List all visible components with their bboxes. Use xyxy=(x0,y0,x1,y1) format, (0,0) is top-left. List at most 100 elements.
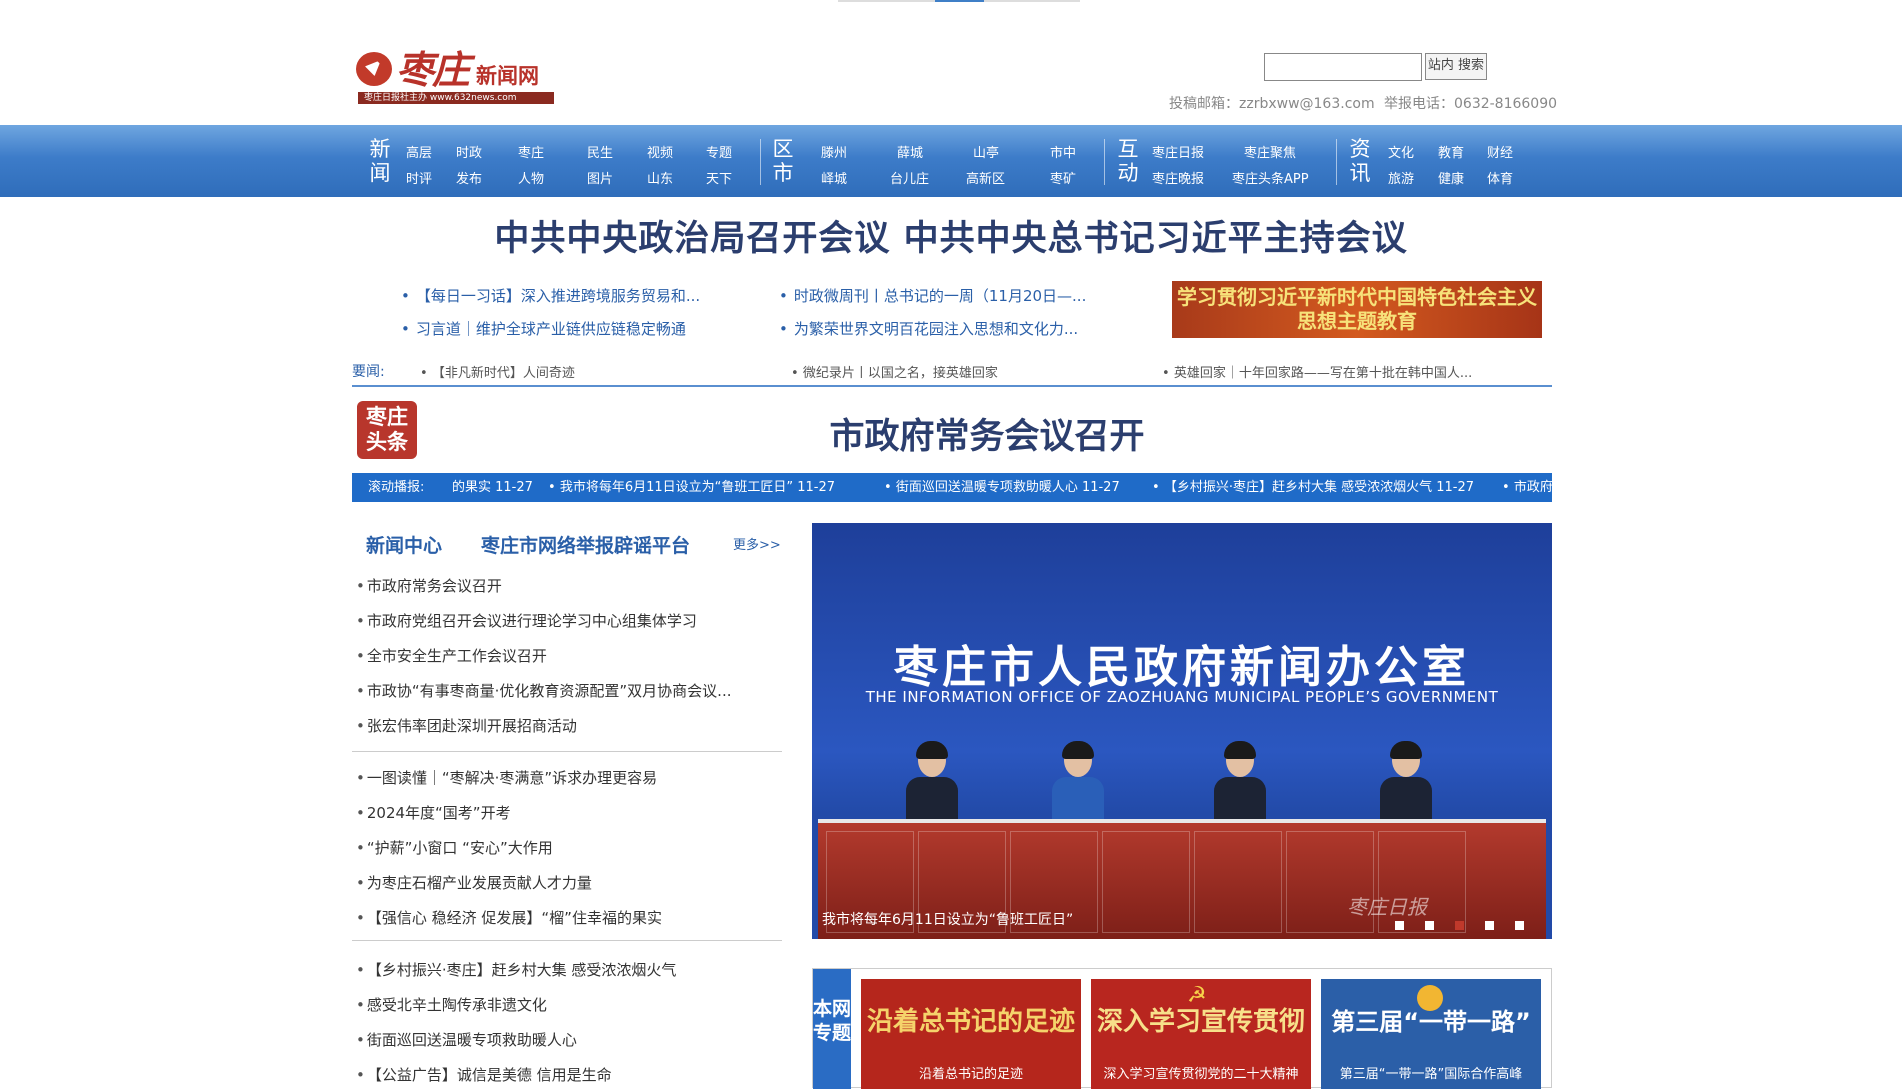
nav-item[interactable]: 枣庄 xyxy=(518,142,544,161)
slide-dot[interactable] xyxy=(1425,921,1434,930)
nav-divider xyxy=(1104,139,1105,185)
slide-dot[interactable] xyxy=(1395,921,1404,930)
sub-headline-link[interactable]: • 习言道｜维护全球产业链供应链稳定畅通 xyxy=(401,318,686,339)
photo-slideshow[interactable]: 枣庄市人民政府新闻办公室 THE INFORMATION OFFICE OF Z… xyxy=(812,523,1552,939)
slide-pager xyxy=(1374,915,1524,934)
list-item[interactable]: • 【乡村振兴·枣庄】赶乡村大集 感受浓浓烟火气 xyxy=(356,959,676,980)
nav-item[interactable]: 枣矿 xyxy=(1050,168,1076,187)
yaowen-link[interactable]: • 微纪录片丨以国之名，接英雄回家 xyxy=(791,362,998,381)
nav-item[interactable]: 枣庄日报 xyxy=(1152,142,1204,161)
nav-item[interactable]: 教育 xyxy=(1438,142,1464,161)
list-item[interactable]: • 【公益广告】诚信是美德 信用是生命 xyxy=(356,1064,612,1085)
tab-report-platform[interactable]: 枣庄市网络举报辟谣平台 xyxy=(481,531,690,558)
ticker-item[interactable]: • 【乡村振兴·枣庄】赶乡村大集 感受浓浓烟火气 11-27 xyxy=(1152,473,1474,502)
list-item[interactable]: • 【强信心 稳经济 促发展】“榴”住幸福的果实 xyxy=(356,907,662,928)
toutiao-title[interactable]: 市政府常务会议召开 xyxy=(352,408,1552,459)
nav-item[interactable]: 台儿庄 xyxy=(890,168,929,187)
slide-subtitle: THE INFORMATION OFFICE OF ZAOZHUANG MUNI… xyxy=(865,688,1499,706)
speaker-figure xyxy=(1210,741,1270,829)
yaowen-link[interactable]: • 【非凡新时代】人间奇迹 xyxy=(420,362,575,381)
bullet-icon: • xyxy=(779,320,788,338)
site-logo[interactable]: 枣庄 新闻网 枣庄日报社主办 www.632news.com xyxy=(356,48,554,106)
ticker-item[interactable]: • 街面巡回送温暖专项救助暖人心 11-27 xyxy=(884,473,1120,502)
list-item[interactable]: • 街面巡回送温暖专项救助暖人心 xyxy=(356,1029,577,1050)
speaker-figure xyxy=(1376,741,1436,829)
list-item[interactable]: • 市政协“有事枣商量·优化教育资源配置”双月协商会议... xyxy=(356,680,731,701)
nav-item[interactable]: 峄城 xyxy=(821,168,847,187)
list-item[interactable]: • 张宏伟率团赴深圳开展招商活动 xyxy=(356,715,577,736)
nav-item[interactable]: 人物 xyxy=(518,168,544,187)
topic-card-subtitle: 沿着总书记的足迹 xyxy=(918,1067,1023,1082)
nav-item[interactable]: 专题 xyxy=(706,142,732,161)
slide-caption[interactable]: 我市将每年6月11日设立为“鲁班工匠日” xyxy=(822,909,1073,929)
list-item-text: 张宏伟率团赴深圳开展招商活动 xyxy=(366,717,577,735)
topic-card[interactable]: 第三届“一带一路” 第三届“一带一路”国际合作高峰 xyxy=(1321,979,1541,1089)
more-link[interactable]: 更多>> xyxy=(733,534,781,553)
list-item[interactable]: • 为枣庄石榴产业发展贡献人才力量 xyxy=(356,872,592,893)
nav-item[interactable]: 高新区 xyxy=(966,168,1005,187)
bullet-icon: • xyxy=(356,996,365,1014)
slide-dot-active[interactable] xyxy=(1455,921,1464,930)
slide-dot[interactable] xyxy=(1485,921,1494,930)
nav-item[interactable]: 高层 xyxy=(406,142,432,161)
search-input[interactable] xyxy=(1264,53,1422,81)
nav-item[interactable]: 财经 xyxy=(1487,142,1513,161)
nav-item[interactable]: 山东 xyxy=(647,168,673,187)
list-item-text: 市政协“有事枣商量·优化教育资源配置”双月协商会议... xyxy=(366,682,732,700)
nav-item[interactable]: 旅游 xyxy=(1388,168,1414,187)
slide-dot[interactable] xyxy=(1515,921,1524,930)
nav-item[interactable]: 视频 xyxy=(647,142,673,161)
nav-item[interactable]: 文化 xyxy=(1388,142,1414,161)
topic-card[interactable]: ☭ 深入学习宣传贯彻 深入学习宣传贯彻党的二十大精神 xyxy=(1091,979,1311,1089)
bullet-icon: • xyxy=(401,320,410,338)
list-divider xyxy=(352,751,782,752)
sub-headline-text: 【每日一习话】深入推进跨境服务贸易和... xyxy=(415,287,701,305)
list-item[interactable]: • 感受北辛土陶传承非遗文化 xyxy=(356,994,547,1015)
list-item[interactable]: • 市政府党组召开会议进行理论学习中心组集体学习 xyxy=(356,610,697,631)
nav-item[interactable]: 健康 xyxy=(1438,168,1464,187)
list-item[interactable]: • 市政府常务会议召开 xyxy=(356,575,502,596)
nav-group-label: 区市 xyxy=(772,137,794,185)
bullet-icon: • xyxy=(356,717,365,735)
search-button[interactable]: 站内 搜索 xyxy=(1425,53,1487,80)
list-item[interactable]: • “护薪”小窗口 “安心”大作用 xyxy=(356,837,553,858)
bullet-icon: • xyxy=(1502,480,1514,495)
sub-headline-text: 时政微周刊丨总书记的一周（11月20日—... xyxy=(793,287,1087,305)
nav-item[interactable]: 发布 xyxy=(456,168,482,187)
nav-item[interactable]: 山亭 xyxy=(973,142,999,161)
nav-item[interactable]: 时评 xyxy=(406,168,432,187)
tab-news-center[interactable]: 新闻中心 xyxy=(366,531,442,558)
nav-item[interactable]: 薛城 xyxy=(897,142,923,161)
bullet-icon: • xyxy=(356,612,365,630)
sub-headline-link[interactable]: • 时政微周刊丨总书记的一周（11月20日—... xyxy=(779,285,1086,306)
nav-item[interactable]: 枣庄晚报 xyxy=(1152,168,1204,187)
nav-item[interactable]: 体育 xyxy=(1487,168,1513,187)
sub-headline-link[interactable]: • 【每日一习话】深入推进跨境服务贸易和... xyxy=(401,285,700,306)
ticker-item[interactable]: 的果实 11-27 xyxy=(452,473,533,502)
nav-item[interactable]: 市中 xyxy=(1050,142,1076,161)
bullet-icon: • xyxy=(356,839,365,857)
nav-group-label: 互动 xyxy=(1117,137,1139,185)
ticker-item[interactable]: • 市政府 xyxy=(1502,473,1552,502)
page-headline[interactable]: 中共中央政治局召开会议 中共中央总书记习近平主持会议 xyxy=(0,210,1902,261)
ticker-item[interactable]: • 我市将每年6月11日设立为“鲁班工匠日” 11-27 xyxy=(548,473,835,502)
yaowen-text: 英雄回家｜十年回家路——写在第十批在韩中国人... xyxy=(1173,366,1473,381)
theme-education-banner[interactable]: 学习贯彻习近平新时代中国特色社会主义思想主题教育 xyxy=(1172,281,1542,338)
yaowen-link[interactable]: • 英雄回家｜十年回家路——写在第十批在韩中国人... xyxy=(1162,362,1472,381)
nav-item[interactable]: 天下 xyxy=(706,168,732,187)
nav-item[interactable]: 滕州 xyxy=(821,142,847,161)
nav-item[interactable]: 民生 xyxy=(587,142,613,161)
topic-card-title: 第三届“一带一路” xyxy=(1331,1008,1531,1036)
topic-card-subtitle: 深入学习宣传贯彻党的二十大精神 xyxy=(1103,1067,1299,1082)
topic-card[interactable]: 沿着总书记的足迹 沿着总书记的足迹 xyxy=(861,979,1081,1089)
nav-item[interactable]: 图片 xyxy=(587,168,613,187)
list-item[interactable]: • 一图读懂｜“枣解决·枣满意”诉求办理更容易 xyxy=(356,767,657,788)
list-item[interactable]: • 2024年度“国考”开考 xyxy=(356,802,511,823)
nav-item[interactable]: 时政 xyxy=(456,142,482,161)
nav-divider xyxy=(760,139,761,185)
nav-item[interactable]: 枣庄聚焦 xyxy=(1244,142,1296,161)
sub-headline-link[interactable]: • 为繁荣世界文明百花园注入思想和文化力... xyxy=(779,318,1078,339)
nav-group-label: 新闻 xyxy=(369,137,391,185)
list-item[interactable]: • 全市安全生产工作会议召开 xyxy=(356,645,547,666)
nav-item[interactable]: 枣庄头条APP xyxy=(1232,168,1309,187)
